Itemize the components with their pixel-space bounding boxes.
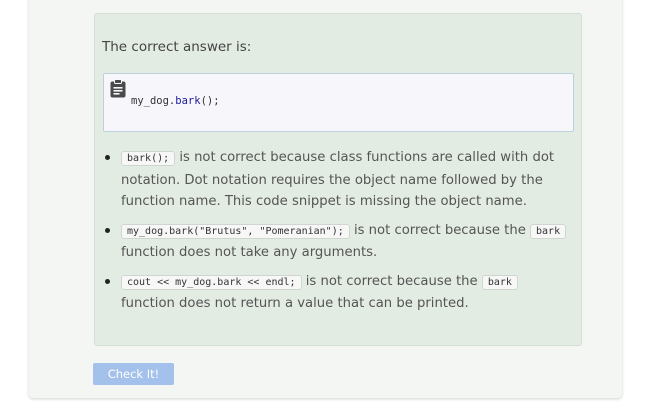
feedback-intro: The correct answer is:	[102, 39, 252, 55]
feedback-panel: The correct answer is: my_dog.bark(); ba…	[94, 13, 582, 346]
code-method: bark	[175, 95, 201, 107]
code-object: my_dog.	[131, 95, 176, 107]
list-item: my_dog.bark("Brutus", "Pomeranian"); is …	[105, 220, 573, 264]
explanation-list: bark(); is not correct because class fun…	[103, 147, 573, 322]
item-text: is not correct because class functions a…	[121, 150, 555, 209]
item-text: function does not take any arguments.	[121, 245, 378, 260]
check-it-button[interactable]: Check It!	[93, 363, 174, 385]
list-item: bark(); is not correct because class fun…	[105, 147, 573, 213]
item-text: is not correct because the	[349, 222, 531, 238]
code-snippet: my_dog.bark();	[103, 73, 574, 132]
list-item: cout << my_dog.bark << endl; is not corr…	[105, 271, 573, 315]
item-text: is not correct because the	[301, 273, 482, 289]
clipboard-icon[interactable]	[110, 79, 126, 98]
inline-code: bark();	[121, 151, 176, 166]
item-text: function does not return a value that ca…	[121, 296, 469, 311]
inline-code: my_dog.bark("Brutus", "Pomeranian");	[121, 223, 350, 239]
inline-code: bark	[481, 274, 518, 290]
inline-code: cout << my_dog.bark << endl;	[121, 274, 302, 290]
inline-code: bark	[530, 223, 567, 239]
code-line: my_dog.bark();	[131, 95, 220, 107]
code-rest: ();	[200, 95, 220, 107]
